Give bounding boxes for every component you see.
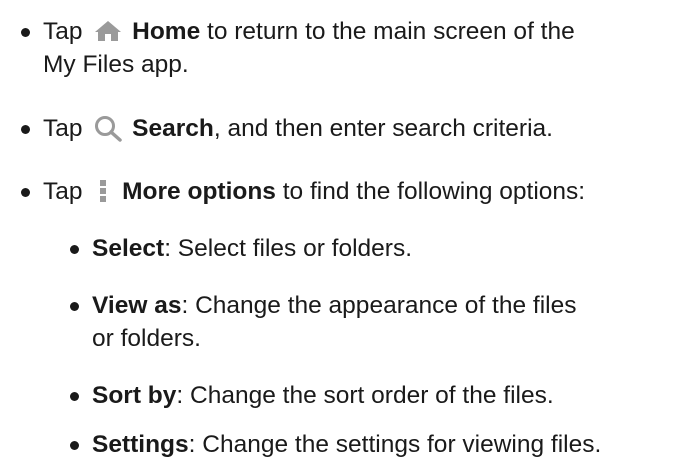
item-bold-label: Search xyxy=(132,115,214,142)
item-bold-label: More options xyxy=(122,178,276,205)
item-bold-label: Home xyxy=(132,18,201,45)
bullet xyxy=(21,125,30,134)
sub-item-bold-label: View as xyxy=(92,292,182,319)
more-options-icon xyxy=(95,178,111,204)
sub-item-settings: Settings: Change the settings for viewin… xyxy=(92,428,601,462)
item-text: , and then enter search criteria. xyxy=(213,115,553,142)
sub-item-text: : Select files or folders. xyxy=(164,235,413,262)
list-item-home: Tap Home to return to the main screen of… xyxy=(43,15,575,49)
sub-item-bold-label: Settings xyxy=(92,431,189,458)
sub-item-continuation: or folders. xyxy=(92,325,201,352)
sub-item-bold-label: Sort by xyxy=(92,382,177,409)
sub-item-sort-by: Sort by: Change the sort order of the fi… xyxy=(92,379,554,413)
sub-bullet xyxy=(70,392,79,401)
sub-item-text: : Change the appearance of the files xyxy=(181,292,577,319)
item-prefix: Tap xyxy=(43,115,83,142)
list-item-more-options: Tap More options to find the following o… xyxy=(43,175,585,209)
search-icon xyxy=(93,114,123,142)
sub-item-view-as: View as: Change the appearance of the fi… xyxy=(92,289,576,323)
item-prefix: Tap xyxy=(43,178,83,205)
home-icon xyxy=(93,19,123,43)
sub-item-text: : Change the sort order of the files. xyxy=(176,382,554,409)
sub-bullet xyxy=(70,302,79,311)
sub-item-text: : Change the settings for viewing files. xyxy=(188,431,602,458)
sub-bullet xyxy=(70,441,79,450)
list-item-continuation: My Files app. xyxy=(43,51,189,78)
item-prefix: Tap xyxy=(43,18,83,45)
bullet xyxy=(21,28,30,37)
item-text: to return to the main screen of the xyxy=(207,18,575,45)
sub-bullet xyxy=(70,245,79,254)
sub-item-bold-label: Select xyxy=(92,235,165,262)
document-page: Tap Home to return to the main screen of… xyxy=(0,0,683,464)
bullet xyxy=(21,188,30,197)
list-item-search: Tap Search, and then enter search criter… xyxy=(43,112,553,146)
sub-item-select: Select: Select files or folders. xyxy=(92,232,412,266)
item-text: to find the following options: xyxy=(282,178,586,205)
